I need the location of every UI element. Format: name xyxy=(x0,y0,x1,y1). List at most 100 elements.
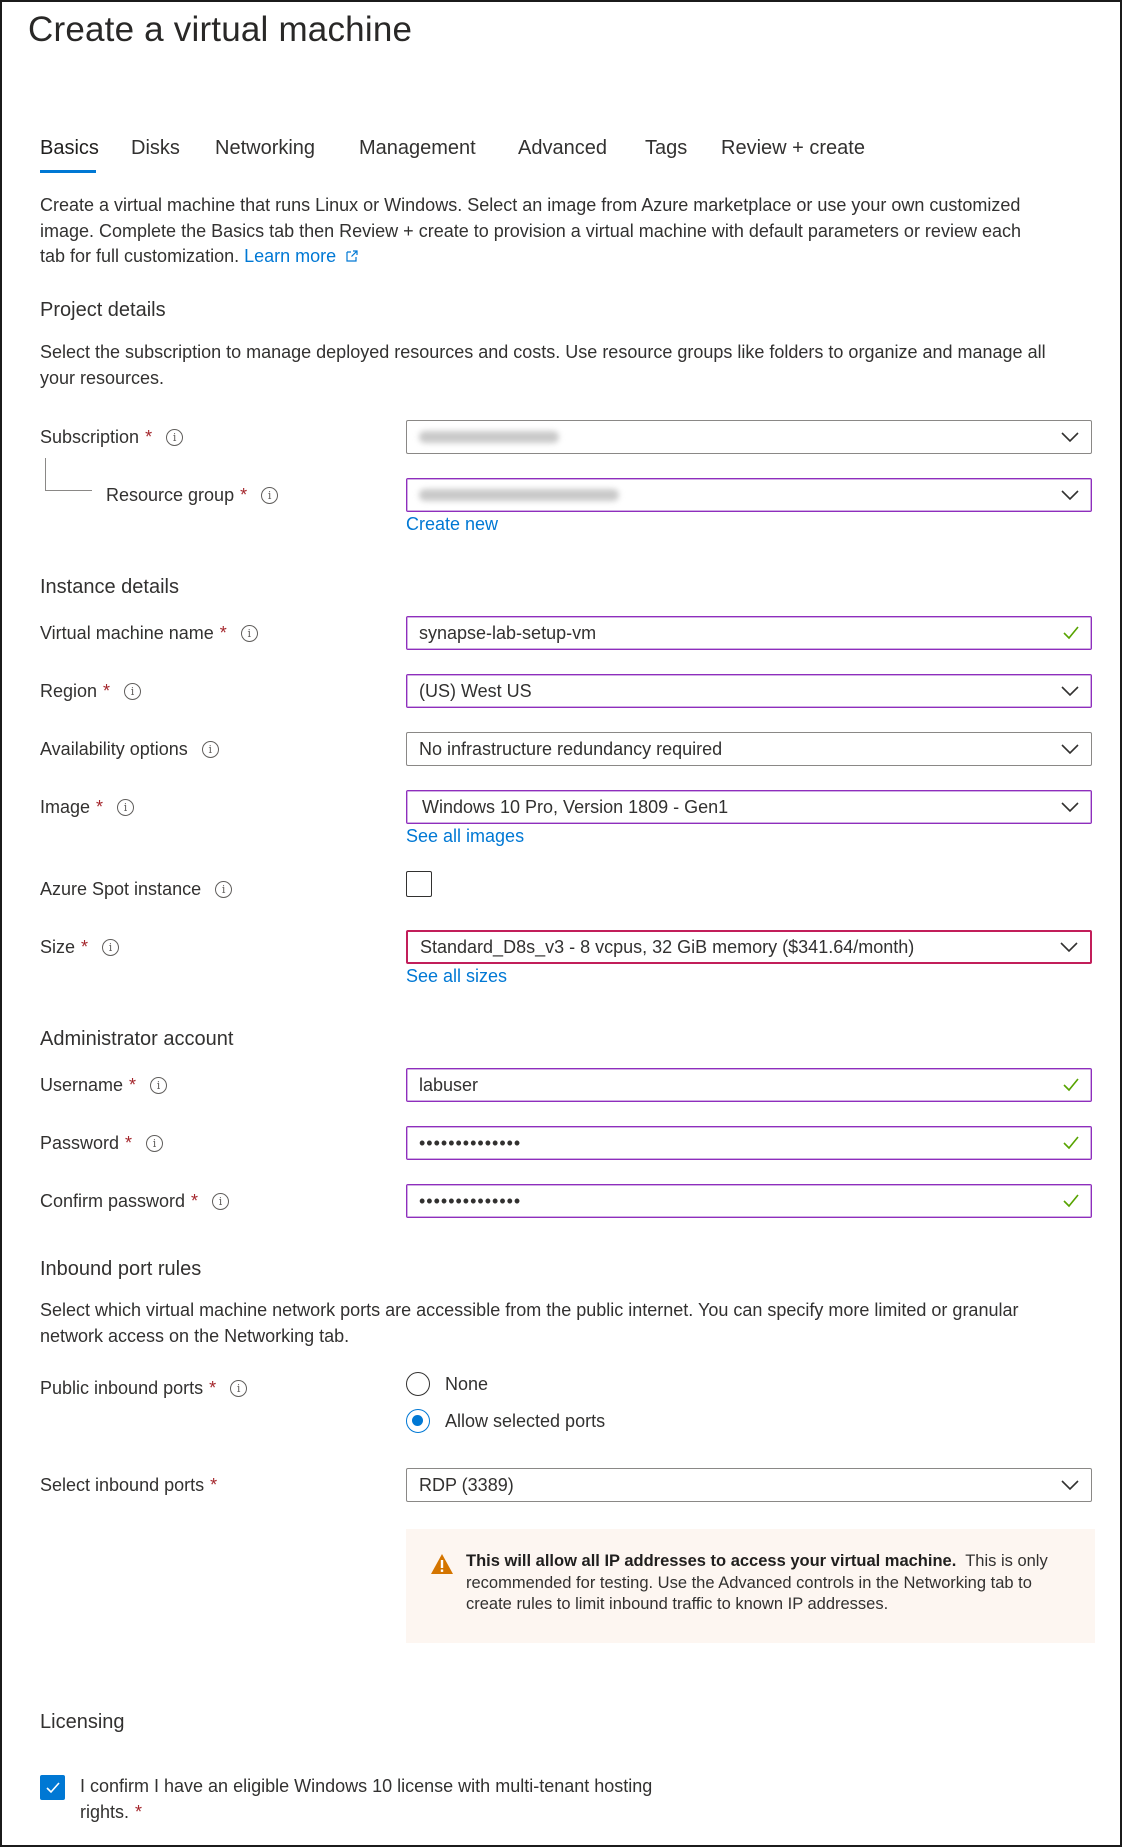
chevron-down-icon xyxy=(1061,802,1079,813)
inbound-desc-line-2: network access on the Networking tab. xyxy=(40,1325,350,1346)
project-details-description: Select the subscription to manage deploy… xyxy=(40,340,1100,391)
azure-spot-label: Azure Spot instance i xyxy=(40,872,233,906)
size-label: Size * i xyxy=(40,930,120,964)
size-value: Standard_D8s_v3 - 8 vcpus, 32 GiB memory… xyxy=(420,936,915,957)
confirm-password-label-text: Confirm password xyxy=(40,1190,186,1211)
active-tab-indicator xyxy=(40,170,96,173)
username-value: labuser xyxy=(419,1074,479,1095)
checkmark-icon xyxy=(1063,1194,1079,1208)
info-icon[interactable]: i xyxy=(230,1379,248,1397)
public-inbound-ports-label: Public inbound ports * i xyxy=(40,1371,248,1405)
tab-advanced[interactable]: Advanced xyxy=(518,137,607,160)
administrator-account-heading: Administrator account xyxy=(40,1028,234,1050)
redacted-subscription-value xyxy=(419,431,559,443)
inbound-port-rules-heading: Inbound port rules xyxy=(40,1258,202,1280)
image-label: Image * i xyxy=(40,790,135,824)
info-icon[interactable]: i xyxy=(146,1134,164,1152)
username-label: Username * i xyxy=(40,1068,168,1102)
tab-basics[interactable]: Basics xyxy=(40,137,99,160)
required-marker: * xyxy=(129,1074,137,1095)
select-inbound-ports-value: RDP (3389) xyxy=(419,1474,514,1495)
subscription-label-text: Subscription xyxy=(40,426,140,447)
info-icon[interactable]: i xyxy=(212,1192,230,1210)
required-marker: * xyxy=(125,1132,133,1153)
password-label-text: Password xyxy=(40,1132,120,1153)
resource-group-label: Resource group * i xyxy=(106,478,279,512)
image-label-text: Image xyxy=(40,796,91,817)
warning-icon xyxy=(431,1554,453,1574)
tab-management[interactable]: Management xyxy=(359,137,476,160)
radio-allow-selected-ports[interactable] xyxy=(406,1409,430,1433)
required-marker: * xyxy=(240,484,248,505)
resource-group-label-text: Resource group xyxy=(106,484,235,505)
vm-name-input[interactable]: synapse-lab-setup-vm xyxy=(406,616,1092,650)
warning-message-box: This will allow all IP addresses to acce… xyxy=(406,1529,1095,1643)
create-new-resource-group-link[interactable]: Create new xyxy=(406,514,498,535)
see-all-sizes-link[interactable]: See all sizes xyxy=(406,966,507,987)
license-confirm-line-1: I confirm I have an eligible Windows 10 … xyxy=(80,1776,653,1796)
select-inbound-ports-dropdown[interactable]: RDP (3389) xyxy=(406,1468,1092,1502)
intro-line-3-text: tab for full customization. xyxy=(40,246,240,266)
availability-options-label-text: Availability options xyxy=(40,738,188,759)
tab-review-create[interactable]: Review + create xyxy=(721,137,865,160)
confirm-password-input[interactable]: •••••••••••••• xyxy=(406,1184,1092,1218)
info-icon[interactable]: i xyxy=(124,682,142,700)
learn-more-link[interactable]: Learn more xyxy=(244,246,359,266)
azure-spot-checkbox[interactable] xyxy=(406,871,432,897)
availability-options-value: No infrastructure redundancy required xyxy=(419,738,723,759)
info-icon[interactable]: i xyxy=(166,428,184,446)
select-inbound-ports-label: Select inbound ports * xyxy=(40,1468,217,1502)
chevron-down-icon xyxy=(1061,1480,1079,1491)
tab-tags[interactable]: Tags xyxy=(645,137,687,160)
availability-options-label: Availability options i xyxy=(40,732,219,766)
chevron-down-icon xyxy=(1061,744,1079,755)
size-label-text: Size xyxy=(40,936,76,957)
confirm-password-label: Confirm password * i xyxy=(40,1184,230,1218)
select-inbound-ports-label-text: Select inbound ports xyxy=(40,1474,205,1495)
project-details-desc-line-1: Select the subscription to manage deploy… xyxy=(40,342,1046,362)
radio-none-label: None xyxy=(445,1373,489,1394)
tab-disks[interactable]: Disks xyxy=(131,137,180,160)
info-icon[interactable]: i xyxy=(240,624,258,642)
password-masked-value: •••••••••••••• xyxy=(419,1132,522,1153)
info-icon[interactable]: i xyxy=(261,486,279,504)
chevron-down-icon xyxy=(1061,490,1079,501)
subscription-dropdown[interactable] xyxy=(406,420,1092,454)
region-dropdown[interactable]: (US) West US xyxy=(406,674,1092,708)
license-confirm-line-2: rights. * xyxy=(80,1799,720,1825)
username-input[interactable]: labuser xyxy=(406,1068,1092,1102)
license-confirm-label: I confirm I have an eligible Windows 10 … xyxy=(80,1773,720,1825)
chevron-down-icon xyxy=(1061,686,1079,697)
availability-options-dropdown[interactable]: No infrastructure redundancy required xyxy=(406,732,1092,766)
radio-option-allow-selected-ports[interactable]: Allow selected ports xyxy=(406,1408,605,1434)
required-marker: * xyxy=(103,680,111,701)
image-dropdown[interactable]: Windows 10 Pro, Version 1809 - Gen1 xyxy=(406,790,1092,824)
info-icon[interactable]: i xyxy=(150,1076,168,1094)
checkmark-icon xyxy=(1063,1078,1079,1092)
info-icon[interactable]: i xyxy=(102,938,120,956)
license-confirm-line-2-text: rights. xyxy=(80,1802,130,1822)
inbound-port-rules-description: Select which virtual machine network por… xyxy=(40,1298,1100,1349)
license-confirm-checkbox[interactable] xyxy=(40,1775,65,1800)
page-title: Create a virtual machine xyxy=(28,10,413,49)
instance-details-heading: Instance details xyxy=(40,576,179,598)
external-link-icon xyxy=(346,250,358,262)
vm-name-label: Virtual machine name * i xyxy=(40,616,258,650)
tab-networking[interactable]: Networking xyxy=(215,137,315,160)
radio-allow-selected-ports-label: Allow selected ports xyxy=(445,1410,606,1431)
required-marker: * xyxy=(209,1377,217,1398)
intro-line-2: image. Complete the Basics tab then Revi… xyxy=(40,220,1021,241)
info-icon[interactable]: i xyxy=(201,740,219,758)
radio-option-none[interactable]: None xyxy=(406,1371,488,1397)
info-icon[interactable]: i xyxy=(215,880,233,898)
intro-description: Create a virtual machine that runs Linux… xyxy=(40,193,1100,270)
required-marker: * xyxy=(81,936,89,957)
size-dropdown[interactable]: Standard_D8s_v3 - 8 vcpus, 32 GiB memory… xyxy=(406,930,1092,964)
azure-spot-label-text: Azure Spot instance xyxy=(40,878,202,899)
region-label: Region * i xyxy=(40,674,142,708)
password-input[interactable]: •••••••••••••• xyxy=(406,1126,1092,1160)
see-all-images-link[interactable]: See all images xyxy=(406,826,524,847)
radio-none[interactable] xyxy=(406,1372,430,1396)
info-icon[interactable]: i xyxy=(117,798,135,816)
resource-group-dropdown[interactable] xyxy=(406,478,1092,512)
